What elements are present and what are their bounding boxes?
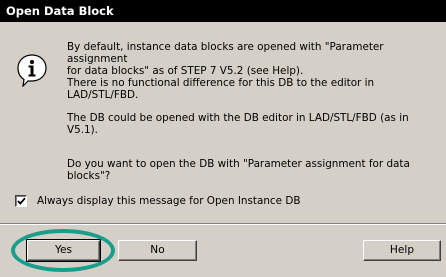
always-display-label[interactable]: Always display this message for Open Ins…	[37, 195, 300, 207]
message-paragraph-2: The DB could be opened with the DB edito…	[67, 112, 409, 136]
always-display-checkbox[interactable]	[15, 195, 27, 207]
checkmark-icon	[17, 197, 26, 205]
info-icon	[16, 53, 48, 88]
yes-button[interactable]: Yes	[26, 239, 101, 262]
always-display-row[interactable]: Always display this message for Open Ins…	[15, 193, 300, 209]
separator	[0, 223, 446, 225]
help-button[interactable]: Help	[363, 240, 441, 261]
open-data-block-dialog: Open Data Block By default, instance dat…	[0, 0, 446, 277]
message-paragraph-1: By default, instance data blocks are ope…	[67, 41, 384, 101]
no-button[interactable]: No	[118, 240, 197, 261]
dialog-title: Open Data Block	[6, 4, 114, 18]
title-bar[interactable]: Open Data Block	[0, 0, 446, 22]
message-paragraph-3: Do you want to open the DB with "Paramet…	[67, 158, 410, 182]
